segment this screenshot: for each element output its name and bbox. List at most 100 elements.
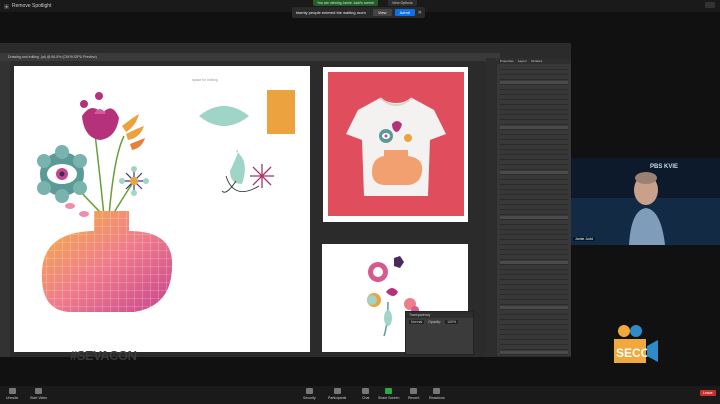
layer-row[interactable] [500,111,568,115]
layer-row[interactable] [500,86,568,90]
security-button[interactable]: Security [303,388,316,400]
artboard-label: space for editing [192,78,218,82]
chat-button[interactable]: Chat [362,388,369,400]
reactions-button[interactable]: Reactions [429,388,445,400]
secc-logo-text: SECC [616,346,650,360]
layer-row[interactable] [500,266,568,270]
layer-row[interactable] [500,101,568,105]
speaker-webcam[interactable] [571,158,720,245]
layer-row[interactable] [500,201,568,205]
tab-properties[interactable]: Properties [500,58,514,64]
opacity-label: Opacity: [428,320,442,324]
layer-row[interactable] [500,166,568,170]
pbs-kvie-logo: PBS KVIE [650,164,679,170]
flower-vase-illustration [37,90,295,312]
layer-row[interactable] [500,286,568,290]
layer-row[interactable] [500,66,568,70]
layer-row[interactable] [500,151,568,155]
microphone-icon [8,388,16,394]
layer-row[interactable] [500,226,568,230]
view-options-button[interactable]: View Options [388,0,417,6]
tab-layers[interactable]: Layers [518,58,527,64]
tshirt-mockup [328,72,464,216]
layer-row[interactable] [500,146,568,150]
layer-row[interactable] [500,76,568,80]
transparency-panel[interactable]: Transparency Normal Opacity: 100% [405,311,474,355]
layers-panel-tabs[interactable]: Properties Layers Libraries [497,58,571,64]
secondary-tools-panel[interactable] [486,58,496,356]
layer-row[interactable] [500,326,568,330]
layer-row[interactable] [500,301,568,305]
layer-row[interactable] [500,126,568,130]
layer-row[interactable] [500,336,568,340]
layer-row[interactable] [500,141,568,145]
secc-logo: SECC [612,322,660,368]
layer-row[interactable] [500,131,568,135]
main-artboard[interactable] [14,66,310,352]
tab-libraries[interactable]: Libraries [531,58,543,64]
layer-row[interactable] [500,261,568,265]
layer-row[interactable] [500,96,568,100]
layer-row[interactable] [500,191,568,195]
tshirt-image [346,97,446,196]
blend-mode-select[interactable]: Normal [409,320,425,324]
leave-button[interactable]: Leave [700,390,716,396]
layer-row[interactable] [500,181,568,185]
layer-row[interactable] [500,161,568,165]
layer-row[interactable] [500,216,568,220]
layer-row[interactable] [500,316,568,320]
layer-row[interactable] [500,246,568,250]
admit-button[interactable]: Admit [394,9,415,16]
remove-spotlight-button[interactable]: ★ Remove Spotlight [4,2,51,10]
layer-row[interactable] [500,71,568,75]
layer-row[interactable] [500,176,568,180]
layer-row[interactable] [500,231,568,235]
layer-row[interactable] [500,186,568,190]
layer-row[interactable] [500,121,568,125]
record-icon [410,388,418,394]
layer-row[interactable] [500,276,568,280]
layer-row[interactable] [500,311,568,315]
layer-row[interactable] [500,211,568,215]
layer-row[interactable] [500,346,568,350]
layer-row[interactable] [500,171,568,175]
view-waiting-button[interactable]: View [372,9,392,16]
layer-row[interactable] [500,241,568,245]
layer-row[interactable] [500,256,568,260]
layer-row[interactable] [500,236,568,240]
layer-row[interactable] [500,116,568,120]
document-tab[interactable]: Drawing and editing .(ai) @ 66.5% (CMYK/… [0,53,500,61]
speaker-name: Jamie Judd [573,237,595,241]
layer-row[interactable] [500,271,568,275]
waiting-room-message: twenty people entered the waiting room [296,10,366,15]
layer-row[interactable] [500,156,568,160]
layer-row[interactable] [500,331,568,335]
share-screen-button[interactable]: Share Screen [378,388,399,400]
tools-panel[interactable] [0,61,10,357]
layer-row[interactable] [500,91,568,95]
layer-row[interactable] [500,321,568,325]
layer-row[interactable] [500,206,568,210]
zoom-bottom-toolbar [0,386,720,404]
layer-row[interactable] [500,341,568,345]
layer-row[interactable] [500,251,568,255]
layer-row[interactable] [500,306,568,310]
close-icon[interactable]: ✕ [418,10,422,16]
participants-button[interactable]: Participants [328,388,346,400]
unmute-button[interactable]: Unmute [6,388,18,400]
layer-row[interactable] [500,136,568,140]
shield-icon [305,388,313,394]
layer-row[interactable] [500,291,568,295]
start-video-button[interactable]: Start Video [30,388,47,400]
layer-row[interactable] [500,106,568,110]
layer-row[interactable] [500,196,568,200]
video-layout-icon[interactable] [705,2,715,8]
layer-row[interactable] [500,296,568,300]
layer-row[interactable] [500,351,568,355]
video-camera-icon [35,388,43,394]
opacity-input[interactable]: 100% [445,320,459,324]
layer-row[interactable] [500,221,568,225]
record-button[interactable]: Record [408,388,419,400]
layer-row[interactable] [500,281,568,285]
layer-row[interactable] [500,81,568,85]
